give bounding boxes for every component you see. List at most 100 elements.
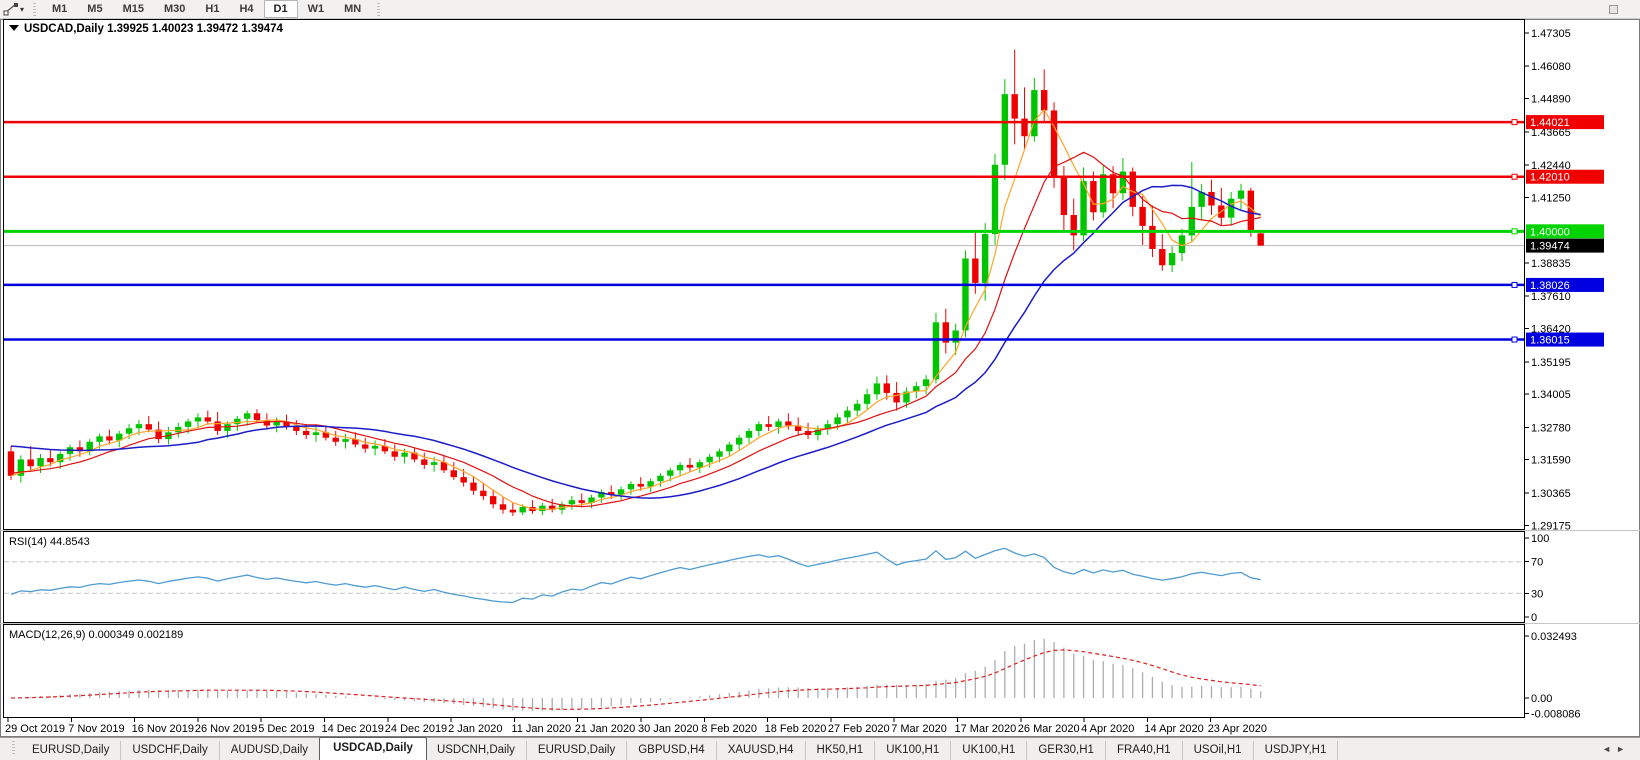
chart-tab-FRA40-H1[interactable]: FRA40,H1 (1106, 741, 1183, 760)
chart-tab-UK100-H1[interactable]: UK100,H1 (951, 741, 1027, 760)
date-axis-label: 4 Apr 2020 (1081, 723, 1134, 735)
candle-body (362, 445, 368, 449)
timeframe-button-H1[interactable]: H1 (195, 0, 229, 18)
chart-tab-USDCAD-Daily[interactable]: USDCAD,Daily (319, 737, 427, 760)
hline-handle-1.38026[interactable] (1512, 282, 1517, 287)
candle-body (1031, 90, 1037, 136)
chart-background (0, 19, 1640, 737)
candle-body (214, 421, 220, 431)
candle-body (254, 413, 260, 420)
candle-body (1061, 177, 1067, 215)
candle-body (136, 424, 142, 428)
candle-body (1208, 192, 1214, 206)
price-axis-label: 1.32780 (1531, 422, 1571, 434)
candle-body (736, 438, 742, 445)
candle-body (785, 421, 791, 425)
candle-body (37, 458, 43, 466)
chart-tab-USDCHF-Daily[interactable]: USDCHF,Daily (121, 741, 219, 760)
candle-body (421, 459, 427, 464)
timeframe-button-M15[interactable]: M15 (113, 0, 154, 18)
chart-tab-USDCNH-Daily[interactable]: USDCNH,Daily (426, 741, 527, 760)
timeframe-button-D1[interactable]: D1 (264, 0, 298, 18)
candle-body (500, 504, 506, 509)
date-axis-label: 14 Dec 2019 (322, 723, 384, 735)
hline-handle-1.36015[interactable] (1512, 337, 1517, 342)
hline-handle-1.44021[interactable] (1512, 120, 1517, 125)
timeframe-button-MN[interactable]: MN (334, 0, 371, 18)
chart-tab-EURUSD-Daily[interactable]: EURUSD,Daily (21, 741, 121, 760)
tab-scroll-right-icon[interactable]: ► (1616, 744, 1630, 754)
chart-tab-HK50-H1[interactable]: HK50,H1 (806, 741, 876, 760)
price-axis-label: 1.31590 (1531, 455, 1571, 467)
candle-body (480, 491, 486, 496)
line-studies-tool-button[interactable]: ▾ (0, 2, 27, 16)
rsi-axis-label: 30 (1531, 588, 1543, 600)
date-axis-label: 24 Dec 2019 (385, 723, 447, 735)
price-tag-1.40000-text: 1.40000 (1530, 226, 1570, 238)
candle-body (1002, 94, 1008, 165)
price-axis-label: 1.41250 (1531, 192, 1571, 204)
candle-body (401, 453, 407, 457)
macd-indicator-label: MACD(12,26,9) 0.000349 0.002189 (9, 629, 183, 641)
hline-handle-1.42010[interactable] (1512, 174, 1517, 179)
tab-scroll-left-icon[interactable]: ◄ (1602, 744, 1616, 754)
toolbar-grip[interactable] (33, 3, 36, 16)
toolbar-overflow-button[interactable] (1609, 5, 1618, 14)
chart-tab-GER30-H1[interactable]: GER30,H1 (1027, 741, 1106, 760)
candle-body (765, 424, 771, 427)
candle-body (460, 477, 466, 482)
candle-body (677, 465, 683, 470)
macd-axis-label: -0.008086 (1531, 708, 1581, 720)
candle-body (982, 234, 988, 283)
candle-body (569, 500, 575, 504)
price-axis-label: 1.30365 (1531, 488, 1571, 500)
date-axis-label: 26 Mar 2020 (1018, 723, 1080, 735)
timeframe-button-H4[interactable]: H4 (229, 0, 263, 18)
candle-body (333, 438, 339, 442)
tabbar-grip[interactable] (12, 741, 15, 754)
candle-body (1090, 181, 1096, 212)
candle-body (8, 451, 14, 475)
candle-body (490, 496, 496, 504)
date-axis-label: 21 Jan 2020 (575, 723, 636, 735)
candle-body (126, 428, 132, 433)
chart-window[interactable]: 1.473051.460801.448901.436651.424401.412… (0, 19, 1640, 737)
timeframe-button-W1[interactable]: W1 (298, 0, 335, 18)
chart-tab-USDJPY-H1[interactable]: USDJPY,H1 (1254, 741, 1339, 760)
chart-tab-XAUUSD-H4[interactable]: XAUUSD,H4 (717, 741, 806, 760)
rsi-indicator-label: RSI(14) 44.8543 (9, 536, 90, 548)
price-axis-label: 1.34005 (1531, 389, 1571, 401)
date-axis-label: 29 Oct 2019 (5, 723, 65, 735)
candle-body (303, 431, 309, 435)
hline-handle-1.40000[interactable] (1512, 229, 1517, 234)
candle-body (726, 445, 732, 452)
date-axis-label: 7 Mar 2020 (891, 723, 947, 735)
date-axis-label: 17 Mar 2020 (955, 723, 1017, 735)
candle-body (1139, 207, 1145, 226)
candle-body (1011, 94, 1017, 118)
candle-body (1041, 90, 1047, 110)
toolbar-grip-2[interactable] (377, 3, 380, 16)
candle-body (657, 476, 663, 481)
timeframe-button-M30[interactable]: M30 (154, 0, 195, 18)
chart-tab-EURUSD-Daily[interactable]: EURUSD,Daily (527, 741, 627, 760)
candle-body (952, 330, 958, 342)
chart-tab-UK100-H1[interactable]: UK100,H1 (875, 741, 951, 760)
candle-body (972, 258, 978, 282)
candle-body (293, 427, 299, 431)
price-tag-1.38026-text: 1.38026 (1530, 280, 1570, 292)
chart-tab-AUDUSD-Daily[interactable]: AUDUSD,Daily (220, 741, 320, 760)
candle-body (746, 431, 752, 438)
chart-title: USDCAD,Daily 1.39925 1.40023 1.39472 1.3… (24, 23, 284, 35)
chevron-down-icon[interactable]: ▾ (20, 5, 24, 14)
candle-body (854, 404, 860, 411)
candle-body (342, 439, 348, 442)
timeframe-button-M1[interactable]: M1 (42, 0, 77, 18)
candle-body (687, 465, 693, 468)
timeframe-button-M5[interactable]: M5 (77, 0, 112, 18)
chart-tab-USOil-H1[interactable]: USOil,H1 (1183, 741, 1254, 760)
candle-body (884, 383, 890, 393)
candle-body (392, 451, 398, 456)
chart-tab-GBPUSD-H4[interactable]: GBPUSD,H4 (627, 741, 716, 760)
candle-body (933, 322, 939, 379)
